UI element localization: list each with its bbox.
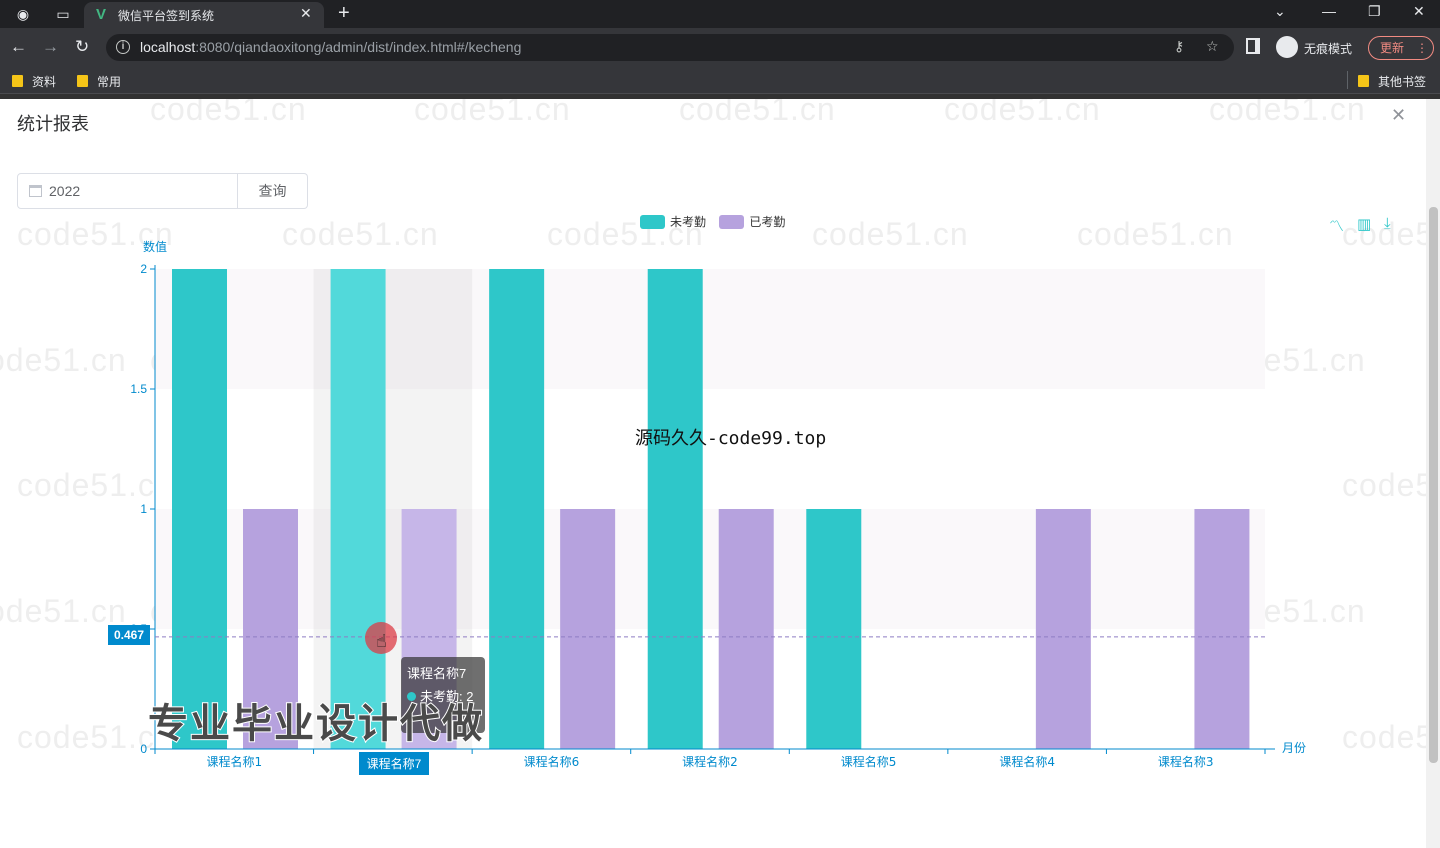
back-icon[interactable]: ←: [10, 37, 27, 57]
forward-icon[interactable]: →: [42, 37, 59, 57]
browser-toolbar: ← → ↻ i localhost:8080/qiandaoxitong/adm…: [0, 28, 1440, 66]
y-tick-label: 2: [140, 262, 147, 276]
tab-close-icon[interactable]: ✕: [300, 5, 312, 22]
y-axis-name: 数值: [143, 239, 167, 254]
bar-series-2: [560, 509, 616, 749]
new-tab-icon[interactable]: +: [338, 2, 350, 24]
update-button[interactable]: 更新 ⋮: [1368, 36, 1434, 60]
bar-series-1: [330, 269, 386, 749]
tab-title: 微信平台签到系统: [118, 9, 215, 23]
url-text[interactable]: localhost:8080/qiandaoxitong/admin/dist/…: [140, 39, 521, 55]
x-tick-label: 课程名称3: [1158, 754, 1214, 769]
scrollbar-thumb[interactable]: [1429, 207, 1438, 763]
y-tick-label: 0: [140, 742, 147, 756]
hand-cursor-icon: ☝: [376, 631, 387, 651]
address-bar[interactable]: i localhost:8080/qiandaoxitong/admin/dis…: [106, 34, 1234, 61]
bar-series-2: [1035, 509, 1091, 749]
other-bookmarks[interactable]: 其他书签: [1358, 73, 1426, 90]
bookmark-star-icon[interactable]: ☆: [1206, 38, 1219, 55]
y-tick-label: 1: [140, 502, 147, 516]
site-info-icon[interactable]: i: [116, 40, 130, 54]
promo-overlay-text: 专业毕业设计代做: [147, 701, 484, 747]
bar-series-2: [1194, 509, 1250, 749]
more-menu-icon: ⋮: [1416, 41, 1429, 55]
browser-menu-icon[interactable]: ◉: [14, 5, 32, 23]
incognito-icon[interactable]: [1276, 36, 1298, 58]
tab-search-icon[interactable]: ▭: [54, 5, 72, 23]
folder-icon: [77, 75, 88, 87]
page-scrollbar[interactable]: [1426, 99, 1440, 848]
bar-series-1: [806, 509, 862, 749]
crosshair-y-label: 0.467: [108, 625, 151, 645]
bar-series-1: [489, 269, 545, 749]
bookmarks-bar: 资料 常用 其他书签: [0, 66, 1440, 94]
x-tick-label: 课程名称4: [999, 754, 1055, 769]
bar-series-1: [172, 269, 227, 749]
site-overlay-text: 源码久久-code99.top: [635, 428, 827, 449]
y-tick-label: 1.5: [130, 382, 147, 396]
x-tick-label: 课程名称1: [206, 754, 262, 769]
x-axis-name: 月份: [1282, 741, 1306, 755]
folder-icon: [12, 75, 23, 87]
x-tick-label: 课程名称6: [524, 754, 580, 769]
crosshair-x-label: 课程名称7: [359, 752, 429, 775]
x-tick-label: 课程名称5: [841, 754, 897, 769]
bookmark-folder-1[interactable]: 资料: [12, 73, 56, 90]
restore-icon[interactable]: ❐: [1368, 3, 1381, 20]
tab-list-chevron-icon[interactable]: ⌄: [1274, 3, 1286, 20]
side-panel-icon[interactable]: [1246, 38, 1260, 54]
x-tick-label: 课程名称2: [682, 754, 738, 769]
minimize-icon[interactable]: —: [1322, 3, 1336, 19]
folder-icon: [1358, 75, 1369, 87]
bar-series-1: [647, 269, 703, 749]
tooltip-title: 课程名称7: [407, 666, 467, 681]
incognito-label: 无痕模式: [1304, 42, 1353, 56]
bookmark-folder-2[interactable]: 常用: [77, 73, 121, 90]
page-content: code51.cn code51.cn code51.cn code51.cn code…: [0, 99, 1426, 848]
browser-tab-bar: ◉ ▭ V 微信平台签到系统 ✕ + ⌄ — ❐ ✕: [0, 0, 1440, 28]
password-key-icon[interactable]: ⚷: [1174, 38, 1184, 55]
tab-active[interactable]: V 微信平台签到系统 ✕: [84, 2, 324, 28]
reload-icon[interactable]: ↻: [75, 37, 89, 57]
vue-favicon-icon: V: [96, 6, 107, 23]
bar-series-2: [718, 509, 774, 749]
bookmarks-divider: [1347, 71, 1348, 89]
window-close-icon[interactable]: ✕: [1413, 3, 1425, 20]
